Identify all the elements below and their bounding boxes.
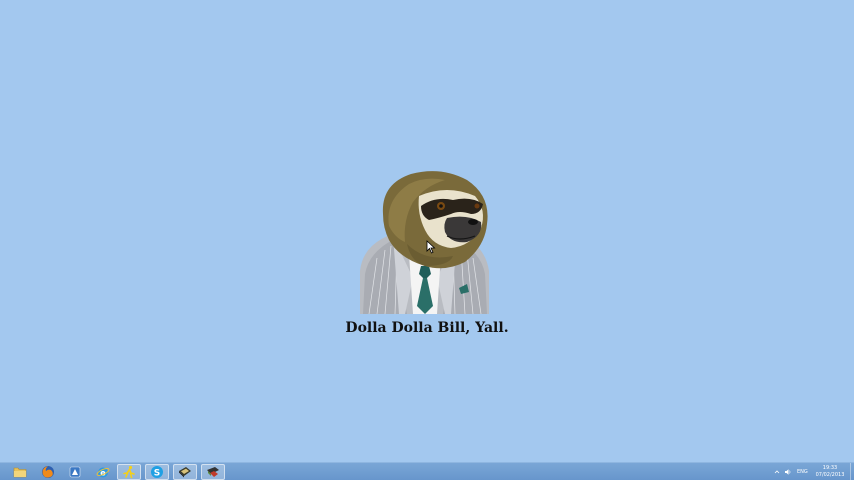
sloth-in-suit-icon: [360, 171, 489, 315]
taskbar: e S ENG 19:33 07/02/2013: [0, 462, 854, 480]
runner-icon: [123, 465, 135, 479]
volume-icon[interactable]: [784, 468, 792, 476]
folder-icon: [13, 467, 27, 478]
taskbar-app-5[interactable]: [117, 464, 141, 480]
taskbar-app-7[interactable]: [173, 464, 197, 480]
desktop: Dolla Dolla Bill, Yall.: [0, 0, 854, 462]
wallpaper-caption: Dolla Dolla Bill, Yall.: [345, 320, 509, 336]
ie-icon: e: [96, 467, 110, 478]
svg-text:S: S: [154, 468, 160, 478]
clock-date: 07/02/2013: [815, 472, 845, 478]
taskbar-app-3[interactable]: [63, 464, 87, 480]
firefox-icon: [42, 466, 54, 478]
taskbar-firefox[interactable]: [36, 464, 60, 480]
show-desktop-button[interactable]: [850, 463, 854, 480]
language-indicator[interactable]: ENG: [797, 469, 808, 475]
mouse-cursor-icon: [426, 240, 436, 254]
taskbar-internet-explorer[interactable]: e: [91, 464, 115, 480]
taskbar-file-explorer[interactable]: [8, 464, 32, 480]
clock-time: 19:33: [822, 465, 838, 471]
show-hidden-icons-icon[interactable]: [774, 469, 780, 475]
app-icon: [207, 467, 219, 477]
skype-icon: S: [151, 466, 163, 478]
taskbar-skype[interactable]: S: [145, 464, 169, 480]
system-clock[interactable]: 19:33 07/02/2013: [812, 465, 848, 479]
app-icon: [179, 467, 191, 478]
taskbar-app-8[interactable]: [201, 464, 225, 480]
app-icon: [69, 466, 81, 478]
